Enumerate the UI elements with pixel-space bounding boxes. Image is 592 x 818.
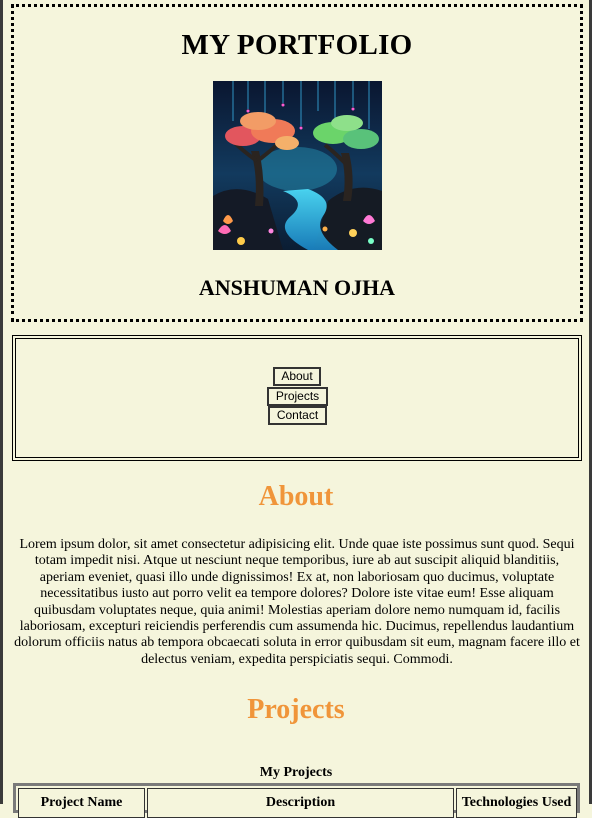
projects-table: Project Name Description Technologies Us… <box>13 783 580 818</box>
projects-table-caption: My Projects <box>259 765 333 780</box>
about-paragraph: Lorem ipsum dolor, sit amet consectetur … <box>14 537 580 667</box>
about-heading: About <box>258 481 334 512</box>
main-navigation: About Projects Contact <box>12 335 582 461</box>
nav-contact-button[interactable]: Contact <box>268 406 327 425</box>
nav-about-button[interactable]: About <box>273 367 321 386</box>
author-name: ANSHUMAN OJHA <box>198 275 396 300</box>
projects-heading: Projects <box>247 694 345 725</box>
nav-projects-button[interactable]: Projects <box>267 387 328 406</box>
profile-image <box>213 81 382 250</box>
window-left-edge <box>0 0 3 804</box>
portfolio-header: MY PORTFOLIO ANSHUMAN OJHA <box>11 4 583 322</box>
column-header-project-name: Project Name <box>18 788 145 818</box>
page-title: MY PORTFOLIO <box>181 29 413 61</box>
column-header-technologies: Technologies Used <box>456 788 577 818</box>
column-header-description: Description <box>147 788 454 818</box>
